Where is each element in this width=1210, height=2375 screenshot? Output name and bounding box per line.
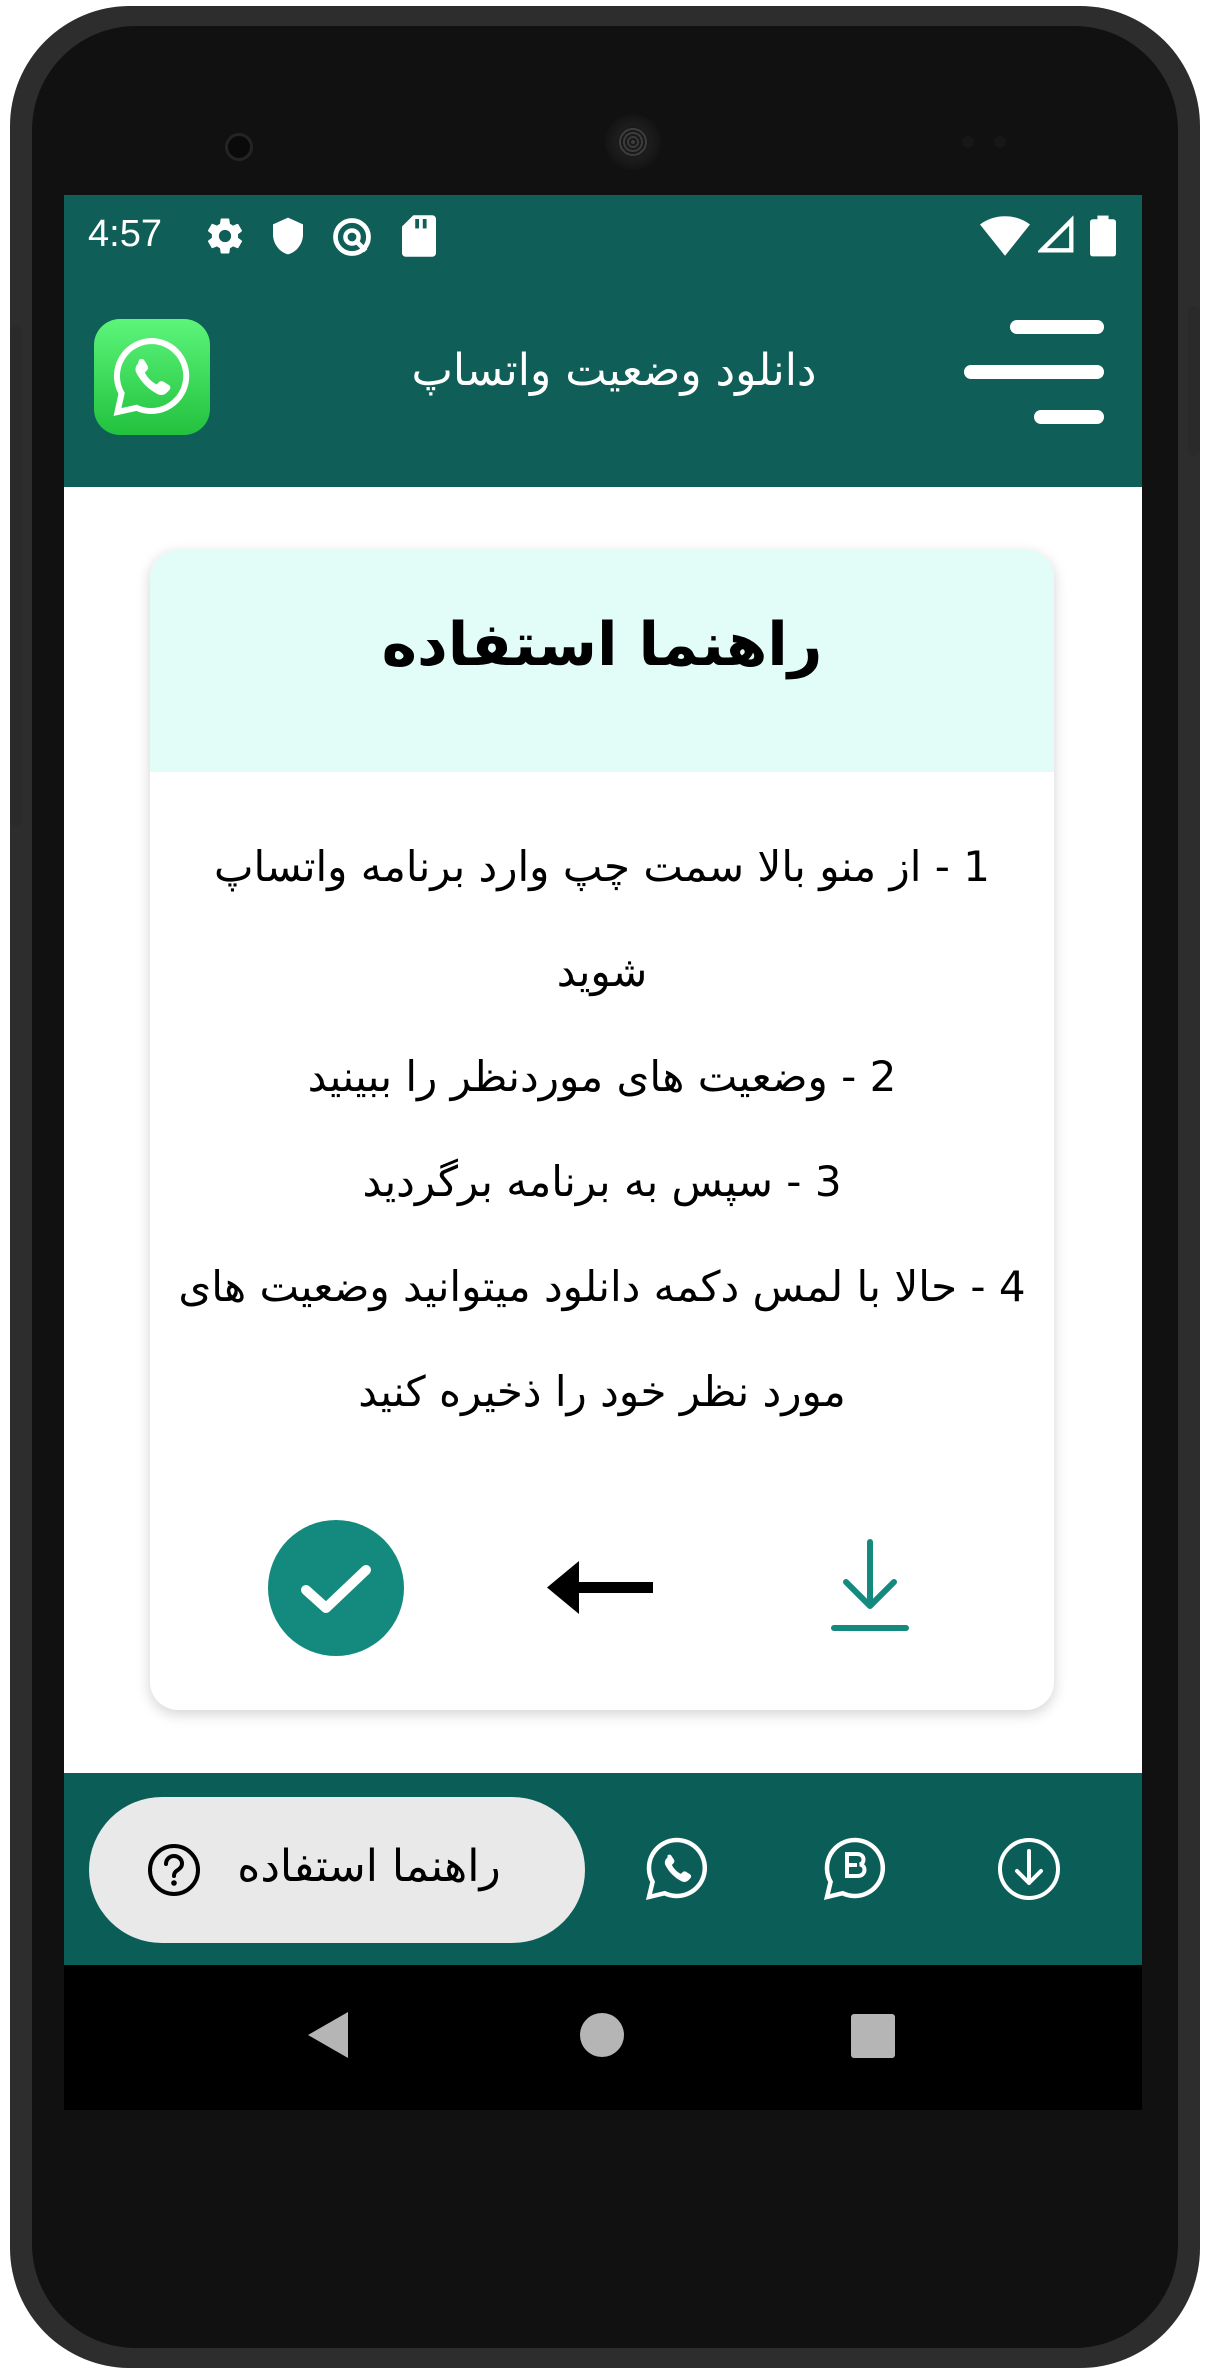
- guide-step-4: 4 - حالا با لمس دکمه دانلود میتوانید وضع…: [178, 1262, 1026, 1416]
- shield-icon: [273, 217, 303, 255]
- arrow-left-icon: [547, 1561, 653, 1614]
- gear-icon: [207, 218, 243, 254]
- power-button: [1188, 306, 1200, 456]
- guide-step-3: 3 - سپس به برنامه برگردید: [362, 1157, 842, 1206]
- guide-step-2: 2 - وضعیت های موردنظر را ببینید: [307, 1052, 897, 1101]
- whatsapp-business-icon[interactable]: [822, 1836, 888, 1902]
- guide-card-title: راهنما استفاده: [381, 610, 823, 680]
- help-icon: [148, 1844, 200, 1896]
- nav-item-guide[interactable]: راهنما استفاده: [89, 1797, 585, 1943]
- proximity-sensor: [962, 136, 974, 148]
- recents-icon[interactable]: [850, 2013, 896, 2059]
- guide-card-actions: [150, 1520, 1054, 1670]
- menu-icon[interactable]: [960, 317, 1110, 427]
- status-time: 4:57: [88, 213, 162, 255]
- front-camera: [225, 133, 253, 161]
- back-icon[interactable]: [306, 2010, 350, 2060]
- vpn-icon: [333, 218, 371, 256]
- guide-card: راهنما استفاده 1 - از منو بالا سمت چپ وا…: [150, 550, 1054, 1710]
- guide-card-header: راهنما استفاده: [150, 550, 1054, 772]
- download-circle-icon[interactable]: [996, 1836, 1062, 1902]
- screen: 4:57 دانلود وضعیت واتساپ راهنما استفاده …: [64, 195, 1142, 2110]
- guide-steps: 1 - از منو بالا سمت چپ وارد برنامه واتسا…: [174, 814, 1030, 1444]
- system-navigation-bar: [64, 1965, 1142, 2110]
- volume-button: [10, 326, 22, 826]
- app-bar: دانلود وضعیت واتساپ: [64, 295, 1142, 487]
- download-icon[interactable]: [830, 1538, 910, 1634]
- earpiece-speaker: [605, 114, 661, 170]
- app-title: دانلود وضعیت واتساپ: [411, 345, 817, 396]
- sd-card-icon: [402, 215, 436, 257]
- whatsapp-icon[interactable]: [644, 1836, 710, 1902]
- signal-icon: [1038, 215, 1074, 253]
- check-icon: [301, 1565, 371, 1613]
- battery-icon: [1090, 215, 1116, 257]
- guide-step-1: 1 - از منو بالا سمت چپ وارد برنامه واتسا…: [214, 842, 990, 996]
- home-icon[interactable]: [578, 2011, 626, 2059]
- whatsapp-logo-icon[interactable]: [94, 319, 210, 435]
- check-button[interactable]: [268, 1520, 404, 1656]
- status-bar: 4:57: [64, 195, 1142, 295]
- wifi-icon: [980, 216, 1030, 256]
- bottom-navigation: راهنما استفاده: [64, 1773, 1142, 1965]
- light-sensor: [994, 136, 1006, 148]
- nav-item-guide-label: راهنما استفاده: [237, 1841, 501, 1892]
